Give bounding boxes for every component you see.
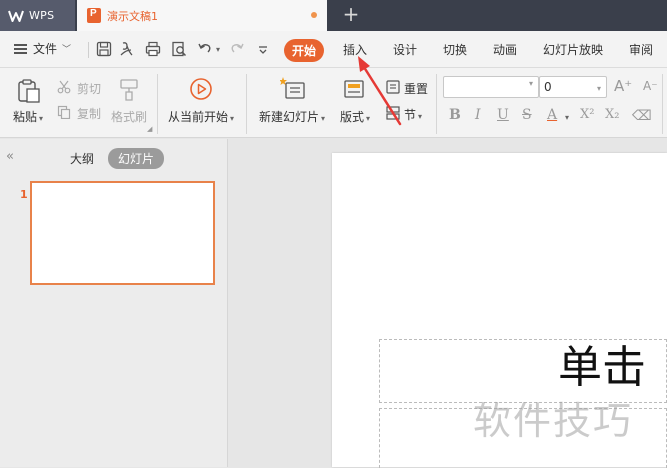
tab-design[interactable]: 设计 [393, 41, 417, 58]
collapse-panel-icon[interactable]: « [6, 149, 14, 164]
tab-home[interactable]: 开始 [284, 39, 325, 62]
title-bar: WPS 演示文稿1 + [0, 0, 667, 31]
section-dropdown-icon: ▾ [418, 112, 423, 121]
slide-thumbnails-panel: « 大纲 幻灯片 1 [0, 139, 228, 467]
superscript-icon[interactable]: X² [580, 107, 594, 122]
cut-icon [57, 80, 71, 94]
new-tab-button[interactable]: + [340, 4, 362, 26]
ribbon-toolbar: 粘贴 ▾ 剪切 复制 格式刷 ◢ 从当前开始 ▾ 新建幻灯片 ▾ 版式 ▾ 重置… [0, 68, 667, 138]
increase-font-icon[interactable]: A⁺ [614, 77, 632, 95]
from-current-dropdown-icon: ▾ [230, 114, 235, 123]
wps-label: WPS [29, 9, 55, 22]
divider [157, 74, 158, 134]
font-name-select[interactable]: ▾ [443, 76, 539, 98]
save-icon[interactable] [95, 40, 113, 58]
tab-insert[interactable]: 插入 [343, 41, 367, 58]
font-color-icon[interactable]: A [547, 107, 557, 123]
slide-number: 1 [20, 188, 28, 201]
document-tab[interactable]: 演示文稿1 [77, 0, 327, 31]
file-menu-label: 文件 [33, 42, 58, 56]
tab-review[interactable]: 审阅 [629, 41, 653, 58]
clear-format-icon[interactable]: ⌫ [632, 108, 652, 124]
play-icon[interactable] [189, 77, 213, 101]
from-current-button[interactable]: 从当前开始 ▾ [168, 108, 234, 125]
tab-slideshow[interactable]: 幻灯片放映 [543, 41, 603, 58]
document-tab-title: 演示文稿1 [107, 9, 158, 23]
copy-icon [57, 105, 71, 119]
paste-dropdown-icon: ▾ [39, 114, 44, 123]
redo-icon[interactable] [228, 40, 246, 58]
layout-button[interactable]: 版式 ▾ [340, 108, 370, 125]
layout-label: 版式 [340, 110, 365, 124]
from-current-label: 从当前开始 [168, 110, 229, 124]
font-size-value: 0 [544, 80, 552, 94]
presentation-file-icon [87, 8, 101, 23]
wps-home-tab[interactable]: WPS [0, 0, 75, 31]
italic-icon[interactable]: I [475, 107, 481, 123]
undo-icon[interactable] [196, 40, 214, 58]
layout-icon[interactable] [343, 78, 365, 100]
bold-icon[interactable]: B [449, 107, 461, 123]
layout-dropdown-icon: ▾ [366, 114, 371, 123]
menu-bar: 文件 ﹀ ▾ 开始 插入 设计 切换 动画 幻灯片放映 审阅 [0, 31, 667, 68]
reset-icon [386, 80, 400, 94]
print-icon[interactable] [144, 40, 162, 58]
divider [436, 74, 437, 134]
paste-icon[interactable] [16, 78, 42, 104]
paste-label: 粘贴 [13, 110, 38, 124]
format-painter-button[interactable]: 格式刷 [111, 108, 147, 125]
new-slide-button[interactable]: 新建幻灯片 ▾ [259, 108, 325, 125]
undo-dropdown-icon[interactable]: ▾ [216, 45, 220, 54]
divider [662, 74, 663, 134]
cut-button[interactable]: 剪切 [77, 80, 101, 97]
section-label: 节 [404, 108, 417, 122]
strikethrough-icon[interactable]: S [522, 107, 532, 123]
new-slide-label: 新建幻灯片 [259, 110, 320, 124]
chevron-down-icon: ﹀ [62, 45, 72, 55]
decrease-font-icon[interactable]: A⁻ [643, 79, 658, 93]
clipboard-launcher-icon[interactable]: ◢ [147, 125, 152, 133]
tab-transition[interactable]: 切换 [443, 41, 467, 58]
divider [88, 42, 89, 58]
export-pdf-icon[interactable] [118, 40, 136, 58]
title-placeholder-text: 单击 [558, 342, 646, 393]
watermark: 软件技巧 [473, 399, 634, 443]
wps-logo-icon [8, 10, 24, 22]
chevron-down-icon: ▾ [528, 79, 533, 88]
font-size-select[interactable]: 0 ▾ [539, 76, 607, 98]
divider [246, 74, 247, 134]
chevron-down-icon: ▾ [596, 84, 601, 93]
tab-slides[interactable]: 幻灯片 [108, 148, 165, 169]
slide-thumbnail[interactable] [30, 181, 215, 285]
section-icon [386, 106, 400, 120]
format-painter-icon [120, 79, 138, 101]
section-button[interactable]: 节 ▾ [404, 106, 422, 123]
unsaved-indicator[interactable] [311, 12, 317, 18]
font-color-dropdown-icon[interactable]: ▾ [565, 113, 569, 122]
underline-icon[interactable]: U [497, 107, 509, 123]
new-slide-icon[interactable] [280, 76, 306, 102]
customize-toolbar-icon[interactable] [254, 40, 272, 58]
print-preview-icon[interactable] [170, 40, 188, 58]
file-menu[interactable]: 文件 ﹀ [14, 40, 71, 57]
subscript-icon[interactable]: X₂ [605, 107, 619, 122]
hamburger-icon [14, 43, 27, 54]
new-slide-dropdown-icon: ▾ [321, 114, 326, 123]
tab-animation[interactable]: 动画 [493, 41, 517, 58]
tab-outline[interactable]: 大纲 [70, 150, 94, 167]
reset-button[interactable]: 重置 [404, 80, 428, 97]
paste-button[interactable]: 粘贴 ▾ [13, 108, 43, 125]
copy-button[interactable]: 复制 [77, 105, 101, 122]
